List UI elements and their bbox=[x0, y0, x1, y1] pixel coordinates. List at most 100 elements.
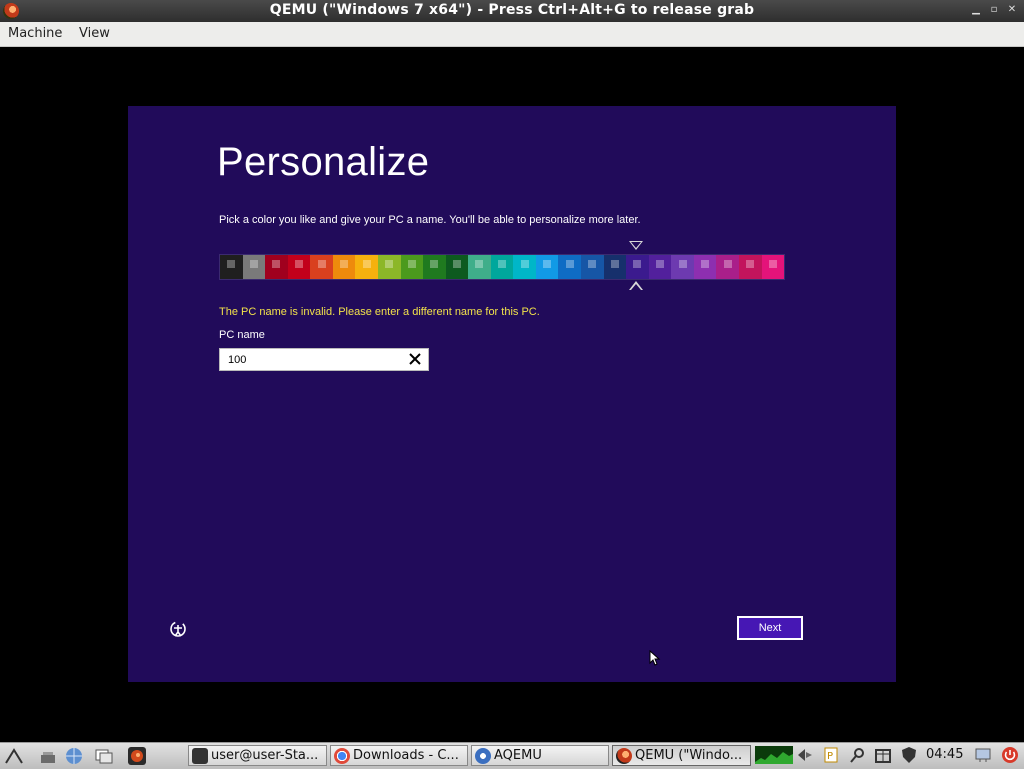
next-button[interactable]: Next bbox=[737, 616, 803, 640]
color-swatch[interactable] bbox=[603, 255, 627, 279]
network-icon[interactable] bbox=[796, 746, 814, 764]
color-swatch[interactable] bbox=[310, 255, 333, 279]
color-swatch-accent bbox=[362, 260, 371, 268]
task-terminal[interactable]: user@user-Sta... bbox=[188, 745, 327, 766]
page-title: Personalize bbox=[217, 140, 430, 184]
window-switcher-icon[interactable] bbox=[94, 746, 114, 766]
pc-name-label: PC name bbox=[219, 329, 265, 341]
terminal-icon bbox=[192, 748, 208, 764]
minimize-button[interactable]: ▁ bbox=[970, 4, 982, 16]
show-desktop-icon[interactable] bbox=[38, 746, 58, 766]
color-swatch[interactable] bbox=[738, 255, 762, 279]
cpu-monitor-icon bbox=[755, 746, 793, 764]
window-controls: ▁ ▫ ✕ bbox=[970, 4, 1018, 16]
color-swatch[interactable] bbox=[648, 255, 672, 279]
color-swatch-accent bbox=[227, 260, 236, 268]
color-swatch[interactable] bbox=[332, 255, 356, 279]
color-swatch[interactable] bbox=[220, 255, 243, 279]
color-swatch[interactable] bbox=[445, 255, 469, 279]
color-swatch[interactable] bbox=[581, 255, 604, 279]
color-swatch-accent bbox=[678, 260, 687, 268]
pc-name-error-message: The PC name is invalid. Please enter a d… bbox=[219, 306, 540, 318]
pc-name-input[interactable]: 100 bbox=[219, 348, 429, 371]
menu-view[interactable]: View bbox=[79, 26, 110, 41]
color-swatch-accent bbox=[452, 260, 461, 268]
color-swatch-accent bbox=[588, 260, 597, 268]
color-swatch[interactable] bbox=[693, 255, 717, 279]
color-swatch[interactable] bbox=[626, 255, 649, 279]
color-swatch[interactable] bbox=[558, 255, 581, 279]
color-swatch[interactable] bbox=[535, 255, 559, 279]
qemu-launcher-icon[interactable] bbox=[127, 746, 147, 766]
clipboard-icon[interactable]: P bbox=[822, 746, 840, 764]
shield-icon[interactable] bbox=[900, 746, 918, 764]
color-swatch-accent bbox=[317, 260, 326, 268]
pc-name-value[interactable]: 100 bbox=[228, 354, 246, 366]
magnifier-icon[interactable] bbox=[849, 746, 867, 764]
calendar-icon[interactable] bbox=[874, 746, 892, 764]
start-menu-icon[interactable] bbox=[4, 746, 24, 766]
qemu-icon bbox=[616, 748, 632, 764]
window-title: QEMU ("Windows 7 x64") - Press Ctrl+Alt+… bbox=[269, 2, 755, 18]
color-swatch-accent bbox=[655, 260, 664, 268]
color-swatch[interactable] bbox=[287, 255, 311, 279]
task-label: AQEMU bbox=[494, 748, 542, 763]
user-switch-icon[interactable] bbox=[974, 746, 992, 764]
color-palette[interactable] bbox=[219, 254, 785, 280]
windows-setup-personalize: Personalize Pick a color you like and gi… bbox=[128, 106, 896, 682]
color-swatch[interactable] bbox=[355, 255, 378, 279]
color-swatch-accent bbox=[723, 260, 732, 268]
restore-button[interactable]: ▫ bbox=[988, 4, 1000, 16]
color-swatch[interactable] bbox=[377, 255, 401, 279]
color-swatch-accent bbox=[430, 260, 439, 268]
browser-globe-icon[interactable] bbox=[64, 746, 84, 766]
menu-machine[interactable]: Machine bbox=[8, 26, 62, 41]
color-swatch[interactable] bbox=[761, 255, 785, 279]
color-swatch[interactable] bbox=[513, 255, 536, 279]
color-swatch-accent bbox=[746, 260, 755, 268]
color-swatch-accent bbox=[520, 260, 529, 268]
power-icon[interactable] bbox=[1001, 746, 1019, 764]
color-swatch[interactable] bbox=[490, 255, 514, 279]
color-swatch-accent bbox=[633, 260, 642, 268]
aqemu-icon bbox=[475, 748, 491, 764]
color-swatch[interactable] bbox=[468, 255, 491, 279]
task-label: QEMU ("Windo... bbox=[635, 748, 743, 763]
color-swatch-accent bbox=[565, 260, 574, 268]
color-swatch[interactable] bbox=[671, 255, 694, 279]
window-titlebar: QEMU ("Windows 7 x64") - Press Ctrl+Alt+… bbox=[0, 0, 1024, 22]
color-swatch-accent bbox=[294, 260, 303, 268]
mouse-cursor-icon bbox=[649, 650, 661, 666]
task-downloads[interactable]: Downloads - C... bbox=[330, 745, 468, 766]
color-selector-top-marker bbox=[629, 241, 643, 250]
color-swatch-accent bbox=[249, 260, 258, 268]
color-selector-bottom-marker bbox=[629, 281, 643, 290]
task-aqemu[interactable]: AQEMU bbox=[471, 745, 609, 766]
color-swatch-accent bbox=[340, 260, 349, 268]
color-swatch-accent bbox=[768, 260, 777, 268]
task-qemu[interactable]: QEMU ("Windo... bbox=[612, 745, 751, 766]
color-swatch-accent bbox=[385, 260, 394, 268]
task-label: user@user-Sta... bbox=[211, 748, 319, 763]
menubar: Machine View bbox=[0, 22, 1024, 47]
svg-text:P: P bbox=[827, 751, 833, 762]
color-swatch-accent bbox=[610, 260, 619, 268]
clock[interactable]: 04:45 bbox=[926, 747, 963, 762]
taskbar: user@user-Sta... Downloads - C... AQEMU … bbox=[0, 742, 1024, 769]
color-swatch-accent bbox=[272, 260, 281, 268]
color-swatch[interactable] bbox=[265, 255, 288, 279]
chrome-icon bbox=[334, 748, 350, 764]
task-label: Downloads - C... bbox=[353, 748, 459, 763]
close-button[interactable]: ✕ bbox=[1006, 4, 1018, 16]
color-swatch[interactable] bbox=[400, 255, 424, 279]
color-swatch-accent bbox=[701, 260, 710, 268]
color-swatch-accent bbox=[543, 260, 552, 268]
page-subtitle: Pick a color you like and give your PC a… bbox=[219, 214, 641, 226]
ease-of-access-icon[interactable] bbox=[168, 619, 188, 639]
color-swatch-accent bbox=[475, 260, 484, 268]
color-swatch[interactable] bbox=[716, 255, 739, 279]
color-swatch[interactable] bbox=[242, 255, 266, 279]
clear-icon[interactable] bbox=[407, 351, 423, 367]
color-swatch-accent bbox=[407, 260, 416, 268]
color-swatch[interactable] bbox=[423, 255, 446, 279]
